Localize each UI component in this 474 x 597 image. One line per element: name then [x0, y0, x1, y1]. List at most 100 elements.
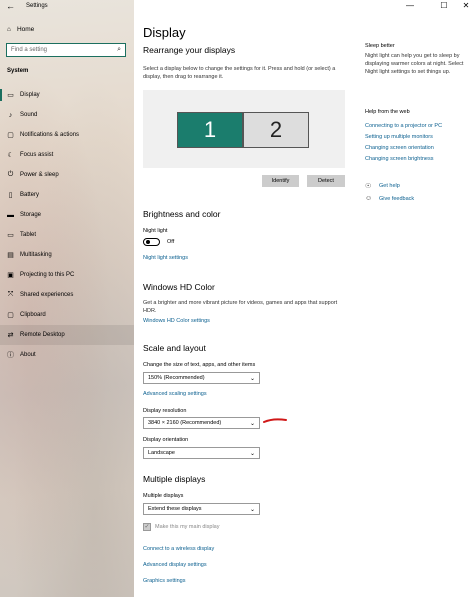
- close-button[interactable]: ✕: [460, 1, 472, 10]
- monitor-1[interactable]: 1: [177, 112, 243, 148]
- scale-dropdown[interactable]: 150% (Recommended) ⌄: [143, 372, 260, 384]
- rearrange-heading: Rearrange your displays: [143, 45, 236, 55]
- sidebar-item-storage[interactable]: ▬ Storage: [0, 205, 134, 225]
- help-link-multiple-monitors[interactable]: Setting up multiple monitors: [365, 134, 433, 140]
- sidebar-item-label: Sound: [20, 112, 38, 118]
- resolution-label: Display resolution: [143, 408, 187, 414]
- chevron-down-icon: ⌄: [249, 451, 255, 457]
- night-light-settings-link[interactable]: Night light settings: [143, 255, 188, 261]
- sidebar-item-label: Notifications & actions: [20, 132, 80, 138]
- size-label: Change the size of text, apps, and other…: [143, 362, 256, 368]
- sidebar-item-label: Focus assist: [20, 152, 54, 158]
- get-help-link[interactable]: ☉ Get help: [365, 182, 400, 190]
- detect-button[interactable]: Detect: [307, 175, 345, 187]
- chevron-down-icon: ⌄: [249, 421, 255, 427]
- help-link-orientation[interactable]: Changing screen orientation: [365, 145, 434, 151]
- info-icon: ⓘ: [7, 352, 14, 359]
- search-icon: ⌕: [117, 46, 121, 53]
- orientation-value: Landscape: [148, 450, 175, 456]
- search-input[interactable]: Find a setting ⌕: [6, 43, 126, 57]
- sidebar-item-label: Multitasking: [20, 252, 52, 258]
- sidebar-item-shared-experiences[interactable]: ⤧ Shared experiences: [0, 285, 134, 305]
- hdr-heading: Windows HD Color: [143, 282, 215, 292]
- maximize-button[interactable]: ☐: [438, 1, 450, 10]
- chevron-down-icon: ⌄: [249, 507, 255, 513]
- monitor-2[interactable]: 2: [243, 112, 309, 148]
- sidebar-item-remote-desktop[interactable]: ⇄ Remote Desktop: [0, 325, 134, 345]
- night-light-label: Night light: [143, 228, 168, 234]
- multiple-displays-dropdown[interactable]: Extend these displays ⌄: [143, 503, 260, 515]
- night-light-toggle[interactable]: [143, 238, 160, 246]
- orientation-dropdown[interactable]: Landscape ⌄: [143, 447, 260, 459]
- brightness-heading: Brightness and color: [143, 209, 221, 219]
- multiple-displays-value: Extend these displays: [148, 506, 202, 512]
- sidebar-item-display[interactable]: ▭ Display: [0, 85, 134, 105]
- scale-heading: Scale and layout: [143, 343, 206, 353]
- sidebar-item-multitasking[interactable]: ▤ Multitasking: [0, 245, 134, 265]
- sidebar-item-tablet[interactable]: ▭ Tablet: [0, 225, 134, 245]
- rearrange-desc: Select a display below to change the set…: [143, 66, 336, 80]
- hdr-desc: Get a brighter and more vibrant picture …: [143, 300, 338, 314]
- sidebar-item-label: Display: [20, 92, 40, 98]
- sidebar-item-label: Remote Desktop: [20, 332, 65, 338]
- orientation-label: Display orientation: [143, 437, 189, 443]
- multitasking-icon: ▤: [7, 252, 14, 259]
- help-link-brightness[interactable]: Changing screen brightness: [365, 156, 434, 162]
- sleep-desc: Night light can help you get to sleep by…: [365, 53, 464, 75]
- sidebar-item-sound[interactable]: ♪ Sound: [0, 105, 134, 125]
- sidebar-item-label: Power & sleep: [20, 172, 59, 178]
- display-arrangement: 1 2: [143, 90, 345, 168]
- sidebar-item-clipboard[interactable]: ▢ Clipboard: [0, 305, 134, 325]
- sidebar-item-battery[interactable]: ▯ Battery: [0, 185, 134, 205]
- advanced-scaling-link[interactable]: Advanced scaling settings: [143, 391, 207, 397]
- tablet-icon: ▭: [7, 232, 14, 239]
- monitor-icon: ▭: [7, 92, 14, 99]
- app-title: Settings: [26, 3, 48, 9]
- sidebar-item-focus-assist[interactable]: ☾ Focus assist: [0, 145, 134, 165]
- night-light-state: Off: [167, 239, 175, 245]
- sidebar-item-notifications[interactable]: ▢ Notifications & actions: [0, 125, 134, 145]
- wireless-display-link[interactable]: Connect to a wireless display: [143, 546, 214, 552]
- sleep-heading: Sleep better: [365, 43, 395, 49]
- nav-home-label: Home: [16, 26, 35, 33]
- multiple-displays-heading: Multiple displays: [143, 474, 206, 484]
- get-help-label: Get help: [379, 183, 400, 189]
- give-feedback-link[interactable]: ☺ Give feedback: [365, 195, 414, 202]
- projector-icon: ▣: [7, 272, 14, 279]
- notification-icon: ▢: [7, 132, 14, 139]
- graphics-settings-link[interactable]: Graphics settings: [143, 578, 186, 584]
- battery-icon: ▯: [8, 192, 13, 199]
- power-icon: ⏻: [7, 171, 14, 178]
- minimize-button[interactable]: —: [404, 1, 416, 10]
- sidebar-item-projecting[interactable]: ▣ Projecting to this PC: [0, 265, 134, 285]
- help-icon: ☉: [365, 183, 372, 190]
- chevron-down-icon: ⌄: [249, 376, 255, 382]
- page-title: Display: [143, 25, 186, 40]
- speaker-icon: ♪: [8, 111, 13, 119]
- sidebar-item-label: Tablet: [20, 232, 37, 238]
- red-annotation-mark: [263, 418, 287, 423]
- sidebar-item-label: About: [20, 352, 36, 358]
- back-arrow-icon[interactable]: ←: [6, 1, 15, 11]
- sidebar-item-label: Storage: [20, 212, 42, 218]
- moon-icon: ☾: [7, 152, 14, 159]
- hdr-settings-link[interactable]: Windows HD Color settings: [143, 318, 210, 324]
- main-content: — ☐ ✕ Display Rearrange your displays Se…: [134, 0, 474, 597]
- identify-button[interactable]: Identify: [262, 175, 299, 187]
- resolution-dropdown[interactable]: 3840 × 2160 (Recommended) ⌄: [143, 417, 260, 429]
- help-link-projector[interactable]: Connecting to a projector or PC: [365, 123, 442, 129]
- main-display-checkbox[interactable]: ✓: [143, 523, 151, 531]
- sidebar-item-about[interactable]: ⓘ About: [0, 345, 134, 365]
- remote-icon: ⇄: [7, 332, 14, 339]
- multiple-displays-label: Multiple displays: [143, 493, 184, 499]
- storage-icon: ▬: [7, 211, 14, 219]
- sidebar-item-power-sleep[interactable]: ⏻ Power & sleep: [0, 165, 134, 185]
- clipboard-icon: ▢: [7, 312, 14, 319]
- give-feedback-label: Give feedback: [379, 195, 415, 202]
- sidebar: ← Settings ⌂ Home Find a setting ⌕ Syste…: [0, 0, 134, 597]
- sidebar-item-label: Shared experiences: [20, 292, 74, 298]
- scale-value: 150% (Recommended): [148, 375, 205, 381]
- nav-home[interactable]: ⌂ Home: [7, 26, 34, 33]
- advanced-display-link[interactable]: Advanced display settings: [143, 562, 207, 568]
- sidebar-item-label: Clipboard: [20, 312, 46, 318]
